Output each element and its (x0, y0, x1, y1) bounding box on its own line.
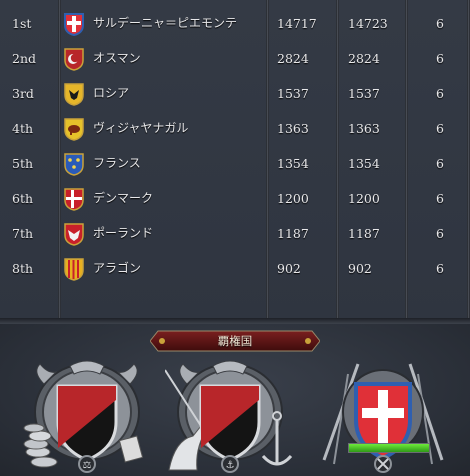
score-value-secondary: 1354 (348, 156, 380, 171)
progress-fill (349, 444, 429, 452)
bell-icon: ⚖ (78, 455, 96, 473)
country-name: アラゴン (93, 261, 142, 275)
rank-label: 3rd (12, 86, 34, 101)
score-value: 1537 (277, 86, 309, 101)
score-value-secondary: 1187 (348, 226, 380, 241)
score-value-secondary: 14723 (348, 16, 388, 31)
country-flag-icon (64, 48, 84, 71)
rank-label: 4th (12, 121, 34, 136)
country-flag-icon (64, 258, 84, 281)
country-flag-icon (64, 188, 84, 211)
crossed-swords-icon (374, 455, 392, 473)
military-hegemon-crest[interactable] (318, 360, 448, 474)
count-value: 6 (436, 51, 444, 66)
score-value: 902 (277, 261, 301, 276)
military-progress-bar (348, 443, 430, 453)
rank-label: 2nd (12, 51, 37, 66)
svg-text:⚓: ⚓ (226, 460, 235, 471)
score-value-secondary: 2824 (348, 51, 380, 66)
count-value: 6 (436, 121, 444, 136)
count-value: 6 (436, 191, 444, 206)
rank-label: 6th (12, 191, 34, 206)
score-value: 1363 (277, 121, 309, 136)
rank-label: 1st (12, 16, 32, 31)
country-flag-icon (64, 223, 84, 246)
score-value: 1200 (277, 191, 309, 206)
count-value: 6 (436, 16, 444, 31)
score-value: 1187 (277, 226, 309, 241)
country-flag-icon (64, 118, 84, 141)
score-value: 1354 (277, 156, 309, 171)
country-flag-icon (64, 13, 84, 36)
ranking-row[interactable]: 4th ヴィジャヤナガル 1363 1363 6 (0, 111, 470, 146)
count-value: 6 (436, 226, 444, 241)
ranking-row[interactable]: 7th ポーランド 1187 1187 6 (0, 216, 470, 251)
country-name: サルデーニャ＝ピエモンテ (93, 16, 238, 30)
rank-label: 7th (12, 226, 34, 241)
svg-text:⚖: ⚖ (83, 460, 92, 471)
country-flag-icon (64, 83, 84, 106)
score-value-secondary: 1537 (348, 86, 380, 101)
rank-label: 5th (12, 156, 34, 171)
count-value: 6 (436, 156, 444, 171)
country-name: ポーランド (93, 226, 154, 240)
hegemon-title: 覇権国 (217, 334, 253, 348)
ranking-row[interactable]: 3rd ロシア 1537 1537 6 (0, 76, 470, 111)
score-value-secondary: 902 (348, 261, 372, 276)
rank-label: 8th (12, 261, 34, 276)
country-name: デンマーク (93, 191, 154, 205)
ranking-row[interactable]: 8th アラゴン 902 902 6 (0, 251, 470, 286)
ranking-table: 1st サルデーニャ＝ピエモンテ 14717 14723 6 2nd オスマン 2… (0, 0, 470, 322)
ship-icon: ⚓ (221, 455, 239, 473)
country-name: フランス (93, 156, 141, 170)
country-name: ヴィジャヤナガル (93, 121, 189, 135)
naval-hegemon-crest[interactable]: ⚓ (165, 360, 295, 474)
ranking-row[interactable]: 2nd オスマン 2824 2824 6 (0, 41, 470, 76)
count-value: 6 (436, 86, 444, 101)
country-flag-icon (64, 153, 84, 176)
economic-hegemon-crest[interactable]: ⚖ (22, 360, 152, 474)
country-name: オスマン (93, 51, 141, 65)
hegemony-screen: 1st サルデーニャ＝ピエモンテ 14717 14723 6 2nd オスマン 2… (0, 0, 470, 476)
ranking-row[interactable]: 5th フランス 1354 1354 6 (0, 146, 470, 181)
country-name: ロシア (93, 86, 130, 100)
score-value-secondary: 1363 (348, 121, 380, 136)
score-value: 14717 (277, 16, 317, 31)
ranking-row[interactable]: 6th デンマーク 1200 1200 6 (0, 181, 470, 216)
score-value-secondary: 1200 (348, 191, 380, 206)
score-value: 2824 (277, 51, 309, 66)
ranking-row[interactable]: 1st サルデーニャ＝ピエモンテ 14717 14723 6 (0, 6, 470, 41)
count-value: 6 (436, 261, 444, 276)
